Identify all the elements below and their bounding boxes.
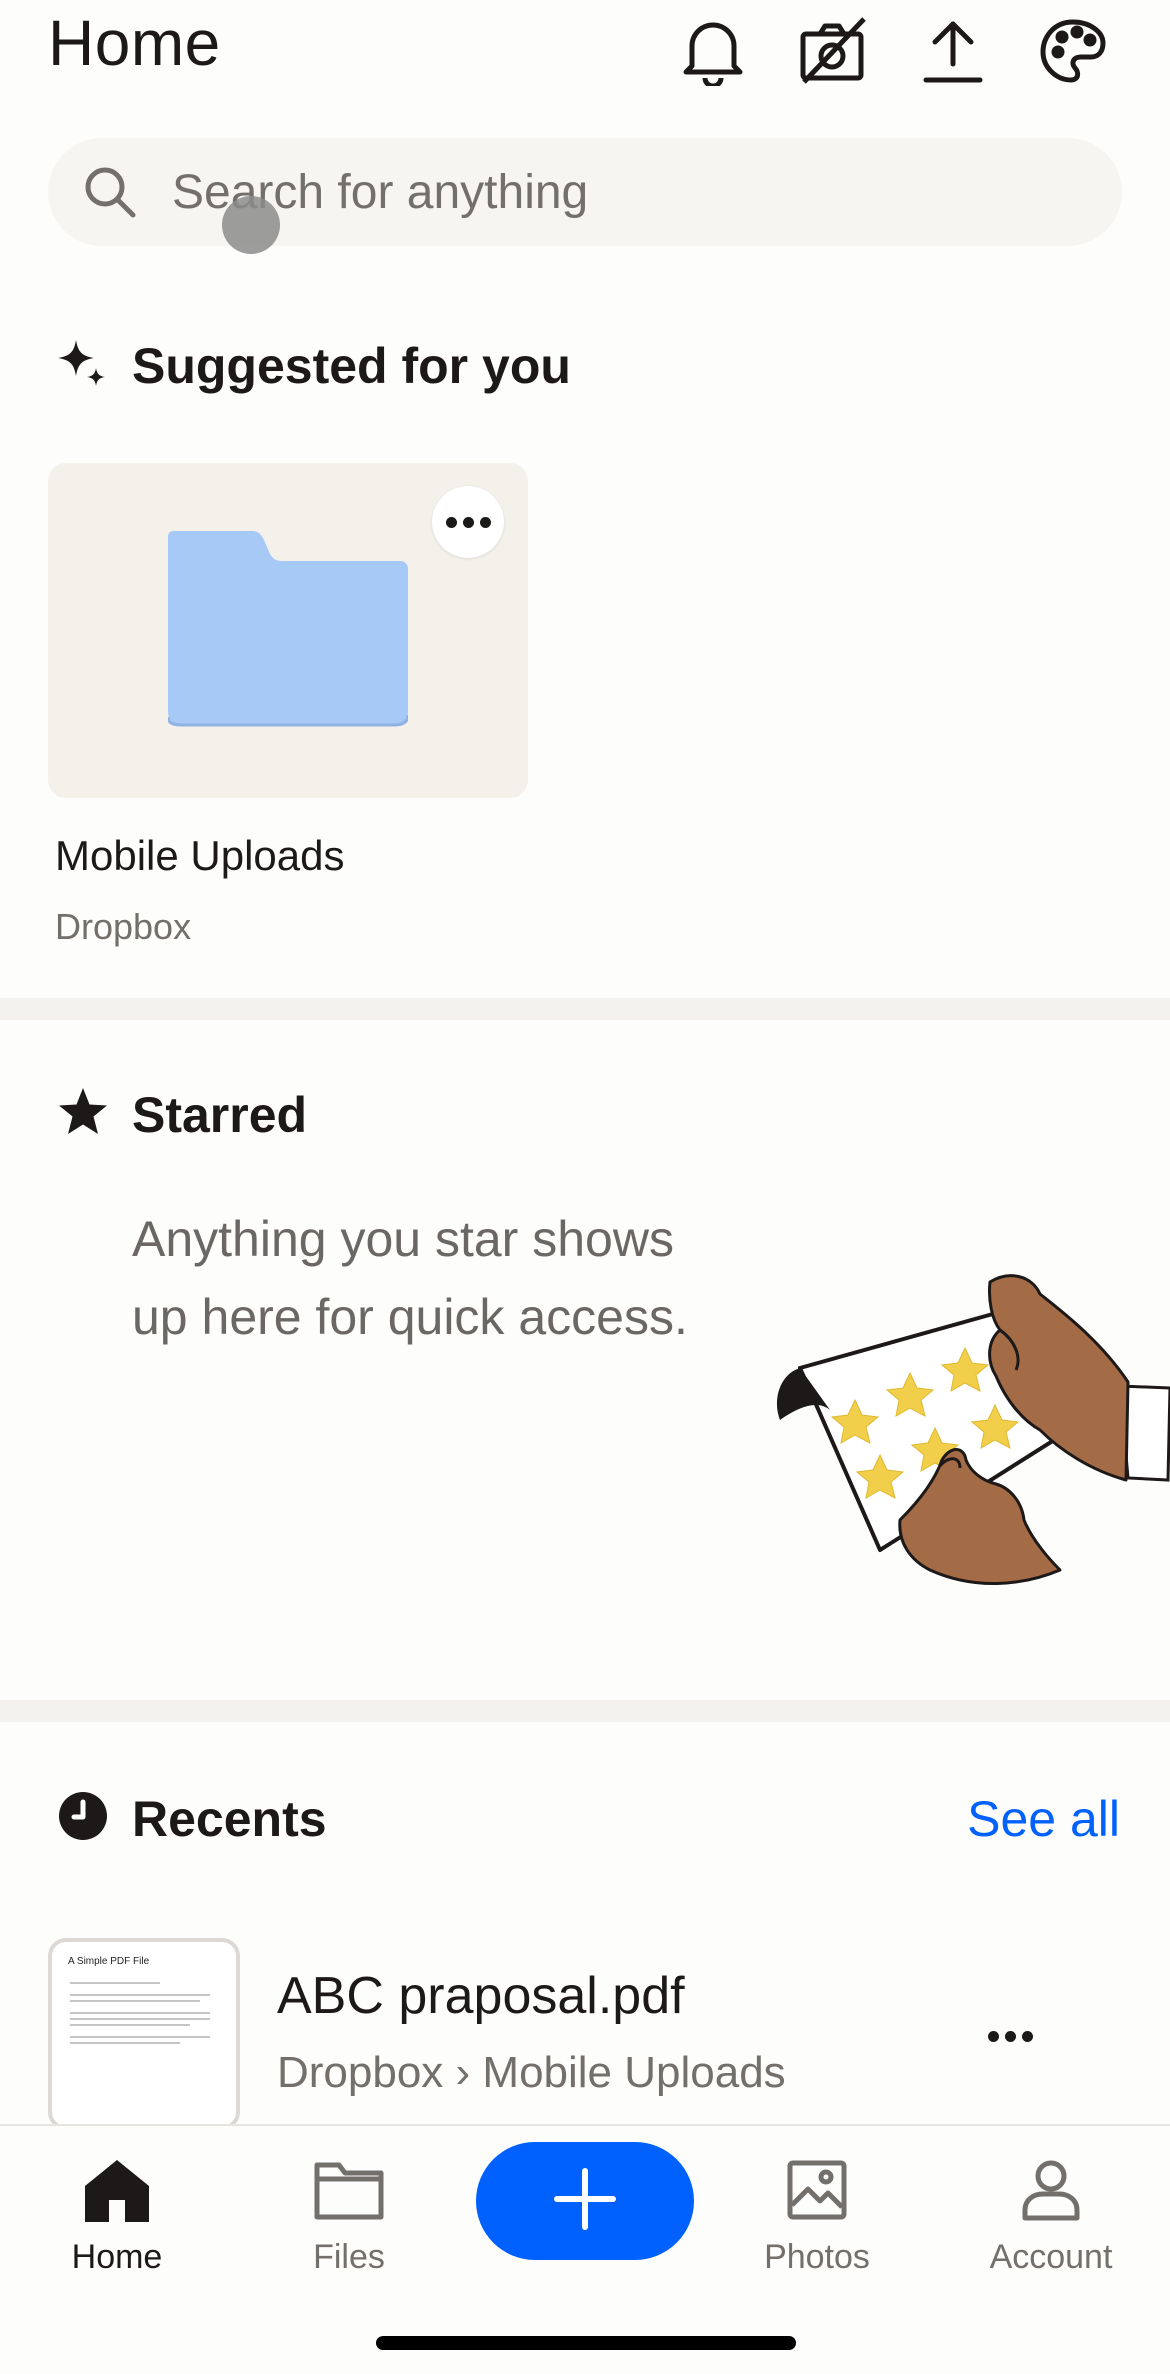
file-thumbnail[interactable]: A Simple PDF File: [48, 1938, 240, 2130]
bell-icon[interactable]: [676, 14, 750, 88]
touch-indicator: [222, 196, 280, 254]
recent-file-path: Dropbox › Mobile Uploads: [277, 2048, 786, 2097]
suggested-heading: Suggested for you: [132, 337, 571, 394]
more-dots-icon: [445, 516, 491, 528]
folder-icon: [166, 531, 410, 732]
home-icon: [77, 2150, 157, 2230]
clock-icon: [56, 1789, 110, 1848]
camera-off-icon[interactable]: [796, 14, 870, 88]
add-button[interactable]: [476, 2142, 694, 2260]
section-divider: [0, 1700, 1170, 1722]
folder-name[interactable]: Mobile Uploads: [55, 832, 345, 880]
starred-heading: Starred: [132, 1086, 308, 1143]
top-header: Home: [0, 0, 1170, 120]
sparkle-icon: [56, 336, 110, 395]
starred-section-header: Starred: [56, 1085, 307, 1144]
tab-account[interactable]: Account: [956, 2150, 1146, 2290]
search-bar[interactable]: [48, 138, 1122, 246]
photo-icon: [777, 2150, 857, 2230]
see-all-link[interactable]: See all: [967, 1790, 1120, 1848]
starred-illustration: [760, 1270, 1170, 1620]
recents-section-header: Recents: [56, 1789, 327, 1848]
more-dots-icon: [987, 2030, 1033, 2042]
tab-files[interactable]: Files: [254, 2150, 444, 2290]
palette-icon[interactable]: [1036, 14, 1110, 88]
page-title: Home: [48, 7, 221, 79]
recents-heading: Recents: [132, 1790, 327, 1847]
plus-icon: [553, 2167, 617, 2236]
upload-icon[interactable]: [916, 14, 990, 88]
recent-more-button[interactable]: [970, 2016, 1050, 2056]
home-indicator: [376, 2336, 796, 2350]
tab-photos[interactable]: Photos: [722, 2150, 912, 2290]
thumbnail-title: A Simple PDF File: [68, 1956, 150, 1967]
folder-location: Dropbox: [55, 906, 192, 947]
recent-file-name[interactable]: ABC praposal.pdf: [277, 1966, 685, 2026]
folder-more-button[interactable]: [432, 486, 504, 558]
tab-files-label: Files: [313, 2238, 385, 2276]
suggested-section-header: Suggested for you: [56, 336, 571, 395]
folder-icon: [309, 2150, 389, 2230]
tab-home[interactable]: Home: [22, 2150, 212, 2290]
tab-home-label: Home: [71, 2238, 163, 2276]
tab-photos-label: Photos: [764, 2238, 870, 2276]
tab-account-label: Account: [989, 2238, 1113, 2276]
person-icon: [1011, 2150, 1091, 2230]
search-input[interactable]: [172, 152, 1072, 232]
starred-empty-message: Anything you star shows up here for quic…: [132, 1211, 688, 1345]
section-divider: [0, 998, 1170, 1020]
star-icon: [56, 1085, 110, 1144]
search-icon: [82, 164, 138, 220]
